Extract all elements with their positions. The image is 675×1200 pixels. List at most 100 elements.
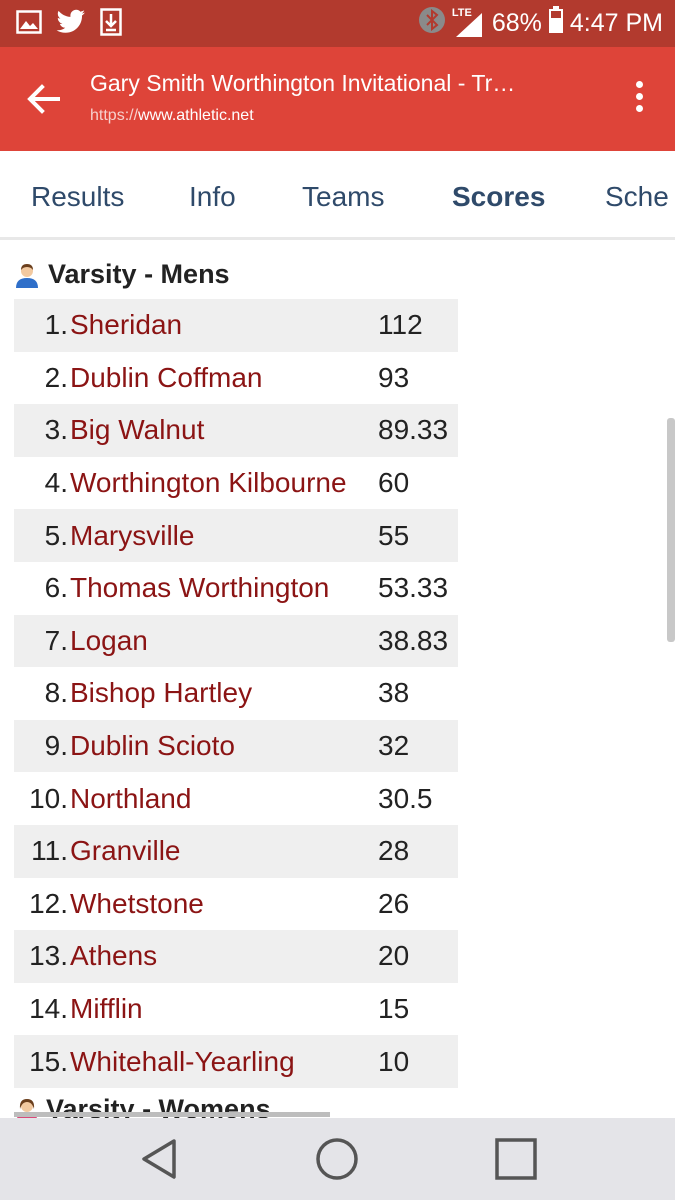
score-cell: 10 [378, 1045, 410, 1077]
team-link[interactable]: Athens [68, 930, 374, 983]
table-row: 7. Logan 38.83 [14, 614, 458, 668]
table-row: 2. Dublin Coffman 93 [14, 352, 458, 405]
score-cell: 26 [378, 887, 410, 919]
gallery-icon [16, 10, 42, 39]
dot-icon [635, 93, 643, 100]
vertical-scrollbar[interactable] [667, 418, 675, 642]
score-cell: 38 [378, 677, 410, 709]
table-row: 1. Sheridan 112 [14, 299, 458, 352]
table-row: 11. Granville 28 [14, 824, 458, 878]
section-title: Varsity - Mens [48, 259, 230, 289]
tab-bar: Results Info Teams Scores Sche [0, 151, 675, 240]
page-url: https://www.athletic.net [90, 107, 254, 125]
navigation-bar [0, 1118, 675, 1200]
team-link[interactable]: Bishop Hartley [68, 667, 374, 720]
tab-teams[interactable]: Teams [302, 181, 384, 213]
score-cell: 32 [378, 730, 410, 762]
score-cell: 112 [378, 309, 423, 341]
battery-percent: 68% [491, 9, 542, 37]
score-cell: 15 [378, 993, 410, 1025]
team-link[interactable]: Granville [68, 825, 374, 878]
team-link[interactable]: Whitehall-Yearling [68, 1035, 374, 1088]
rank-cell: 8. [44, 677, 68, 709]
table-row: 14. Mifflin 15 [14, 983, 458, 1036]
standings-table: 1. Sheridan 112 2. Dublin Coffman 93 3. Big Wal… [14, 299, 458, 1088]
score-cell: 28 [378, 835, 410, 867]
tab-schedule[interactable]: Sche [605, 181, 669, 213]
male-person-icon [16, 263, 38, 288]
table-row: 12. Whetstone 26 [14, 878, 458, 931]
table-row: 3. Big Walnut 89.33 [14, 404, 458, 457]
score-cell: 55 [378, 519, 410, 551]
rank-cell: 9. [44, 730, 68, 762]
triangle-back-icon [142, 1139, 176, 1179]
team-link[interactable]: Thomas Worthington [68, 562, 374, 615]
nav-recents-button[interactable] [493, 1136, 539, 1182]
lte-signal-icon: LTE [451, 6, 486, 39]
table-row: 8. Bishop Hartley 38 [14, 667, 458, 720]
status-bar: LTE 68% 4:47 PM [0, 0, 675, 47]
circle-home-icon [316, 1138, 358, 1180]
rank-cell: 15. [29, 1045, 68, 1077]
nav-back-button[interactable] [136, 1136, 182, 1182]
team-link[interactable]: Sheridan [68, 299, 374, 352]
rank-cell: 12. [29, 887, 68, 919]
team-link[interactable]: Dublin Scioto [68, 720, 374, 773]
url-host: www.athletic.net [138, 107, 254, 124]
page-title: Gary Smith Worthington Invitational - Tr… [90, 70, 516, 96]
clock: 4:47 PM [569, 9, 663, 37]
nav-home-button[interactable] [314, 1136, 360, 1182]
tab-scores[interactable]: Scores [452, 181, 545, 213]
tab-info[interactable]: Info [189, 181, 236, 213]
team-link[interactable]: Northland [68, 772, 374, 825]
team-link[interactable]: Dublin Coffman [68, 352, 374, 405]
score-cell: 93 [378, 361, 410, 393]
app-bar: Gary Smith Worthington Invitational - Tr… [0, 47, 675, 151]
back-button[interactable] [22, 79, 66, 119]
team-link[interactable]: Big Walnut [68, 404, 374, 457]
battery-icon [548, 6, 564, 41]
team-link[interactable]: Worthington Kilbourne [68, 457, 374, 510]
rank-cell: 7. [44, 624, 68, 656]
rank-cell: 6. [44, 572, 68, 604]
rank-cell: 11. [31, 835, 68, 867]
dot-icon [635, 105, 643, 112]
download-icon [100, 8, 122, 41]
table-row: 9. Dublin Scioto 32 [14, 719, 458, 773]
team-link[interactable]: Marysville [68, 509, 374, 562]
rank-cell: 13. [29, 940, 68, 972]
score-cell: 60 [378, 467, 410, 499]
table-row: 6. Thomas Worthington 53.33 [14, 562, 458, 615]
table-row: 10. Northland 30.5 [14, 772, 458, 825]
rank-cell: 1. [44, 309, 68, 341]
score-cell: 89.33 [378, 414, 449, 446]
score-cell: 20 [378, 940, 410, 972]
table-row: 13. Athens 20 [14, 930, 458, 983]
team-link[interactable]: Whetstone [68, 878, 374, 931]
table-row: 5. Marysville 55 [14, 509, 458, 562]
horizontal-scrollbar[interactable] [14, 1112, 330, 1117]
table-row: 15. Whitehall-Yearling 10 [14, 1035, 458, 1088]
overflow-menu-button[interactable] [633, 81, 645, 117]
rank-cell: 14. [29, 993, 68, 1025]
rank-cell: 10. [29, 782, 68, 814]
url-protocol: https:// [90, 107, 139, 124]
rank-cell: 5. [44, 519, 68, 551]
team-link[interactable]: Logan [68, 615, 374, 668]
twitter-icon [56, 9, 86, 40]
team-link[interactable]: Mifflin [68, 983, 374, 1036]
score-cell: 53.33 [378, 572, 449, 604]
dot-icon [635, 81, 643, 88]
bluetooth-icon [418, 6, 446, 41]
table-row: 4. Worthington Kilbourne 60 [14, 457, 458, 510]
tab-results[interactable]: Results [31, 181, 124, 213]
network-type: LTE [451, 6, 472, 19]
score-cell: 30.5 [378, 782, 433, 814]
score-cell: 38.83 [378, 624, 449, 656]
section-header-mens: Varsity - Mens [14, 259, 230, 290]
rank-cell: 4. [44, 467, 68, 499]
back-arrow-icon [27, 84, 60, 114]
rank-cell: 2. [44, 361, 68, 393]
square-recents-icon [495, 1138, 537, 1180]
rank-cell: 3. [44, 414, 68, 446]
